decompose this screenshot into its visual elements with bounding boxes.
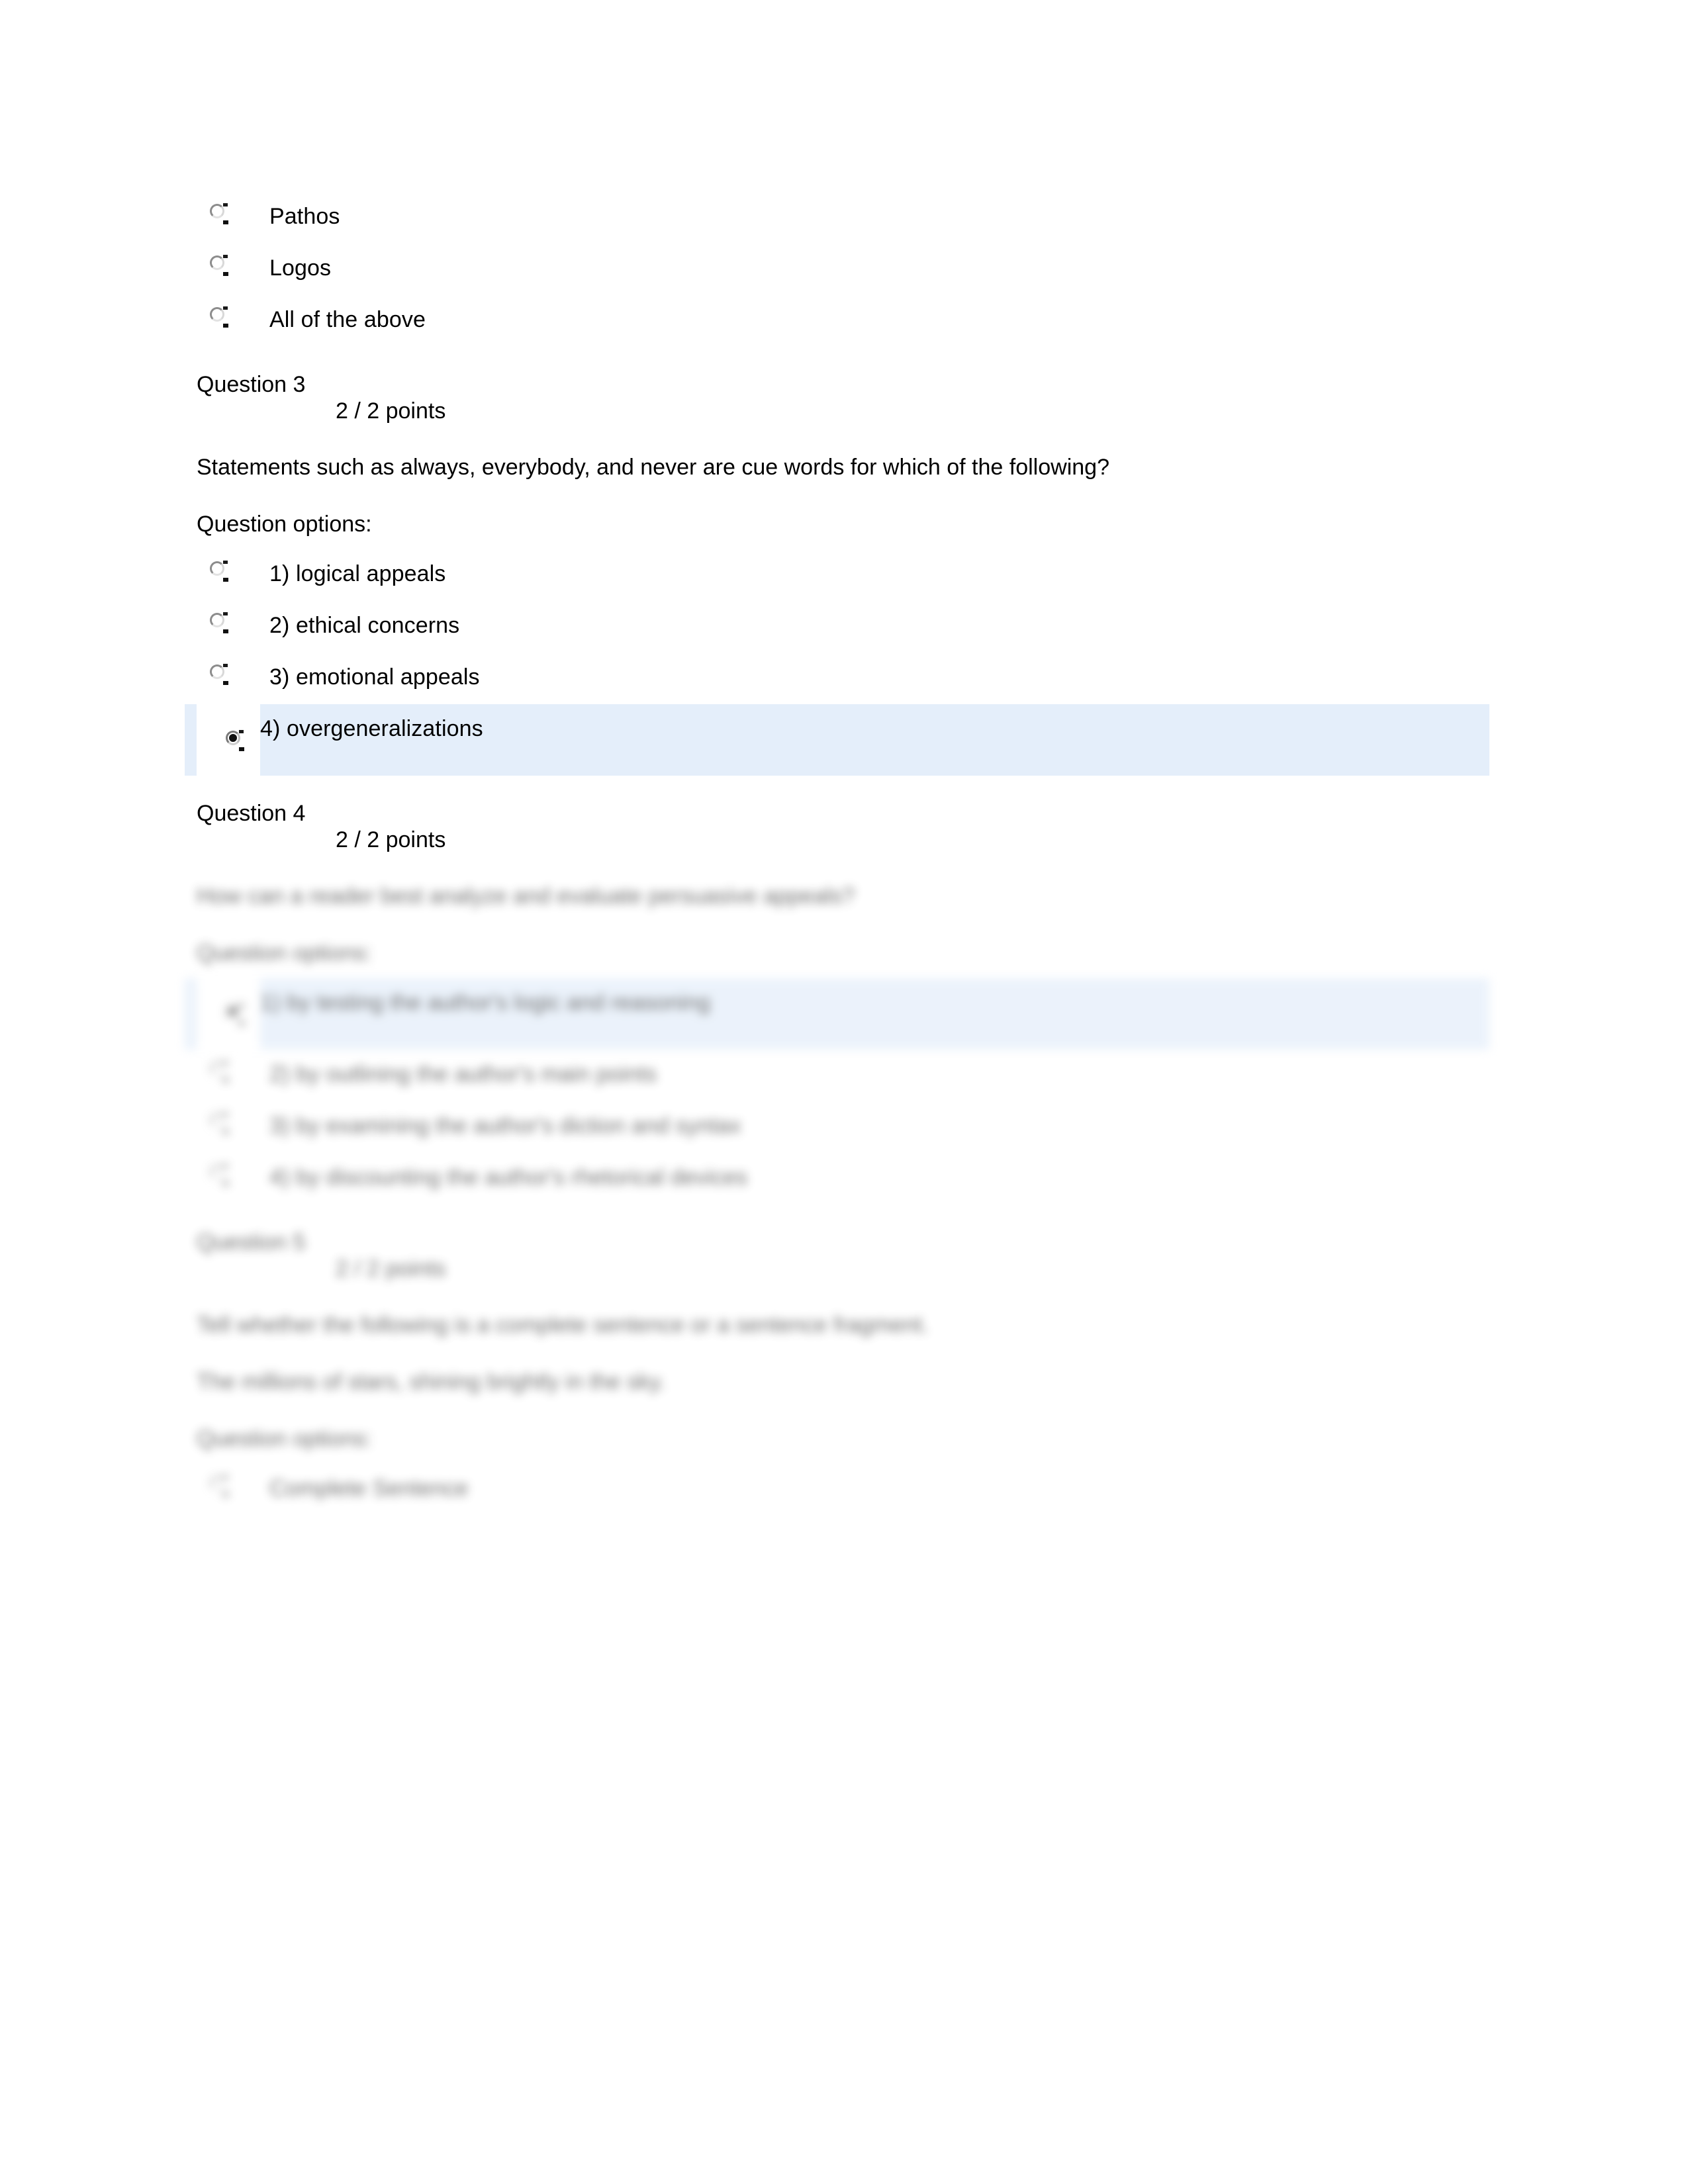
question-points: 2 / 2 points <box>336 398 446 424</box>
radio-cell[interactable] <box>197 1162 269 1185</box>
radio-unchecked-icon[interactable] <box>210 203 228 224</box>
question-header: Question 3 2 / 2 points <box>197 369 1494 426</box>
option-row-selected[interactable]: 4) overgeneralizations <box>185 704 1489 776</box>
option-label: 4) overgeneralizations <box>260 716 483 741</box>
option-row[interactable]: 3) emotional appeals <box>197 653 1494 704</box>
option-row[interactable]: Complete Sentence <box>197 1464 1494 1516</box>
radio-cell[interactable] <box>197 1111 269 1134</box>
radio-unchecked-icon[interactable] <box>210 1061 228 1082</box>
radio-unchecked-icon[interactable] <box>210 664 228 685</box>
question-text: How can a reader best analyze and evalua… <box>197 884 855 909</box>
option-row[interactable]: Logos <box>197 244 1494 295</box>
question-subtext: The millions of stars, shining brightly … <box>197 1369 665 1394</box>
blurred-region-question-4: How can a reader best analyze and evalua… <box>185 880 1494 1205</box>
radio-cell[interactable] <box>197 559 269 582</box>
question-options-label: Question options: <box>197 940 372 966</box>
option-row[interactable]: 1) logical appeals <box>197 549 1494 601</box>
radio-unchecked-icon[interactable] <box>210 1164 228 1185</box>
option-label: 2) by outlining the author's main points <box>269 1062 657 1087</box>
radio-cell[interactable] <box>197 253 269 276</box>
option-row[interactable]: 2) ethical concerns <box>197 601 1494 653</box>
radio-cell[interactable] <box>197 978 260 1050</box>
radio-unchecked-icon[interactable] <box>210 561 228 582</box>
question-points: 2 / 2 points <box>336 827 446 852</box>
option-row[interactable]: 4) by discounting the author's rhetorica… <box>197 1153 1494 1205</box>
radio-unchecked-icon[interactable] <box>210 306 228 328</box>
option-label: 2) ethical concerns <box>269 613 460 638</box>
quiz-content: Pathos Logos All of the above Question 3… <box>185 192 1494 1516</box>
question-block-3: Question 3 2 / 2 points Statements such … <box>185 369 1494 776</box>
option-row[interactable]: All of the above <box>197 295 1494 347</box>
radio-cell[interactable] <box>197 704 260 776</box>
question-number: Question 4 <box>197 801 306 826</box>
option-label: 3) emotional appeals <box>269 664 480 690</box>
radio-unchecked-icon[interactable] <box>210 612 228 633</box>
option-row[interactable]: 3) by examining the author's diction and… <box>197 1101 1494 1153</box>
radio-unchecked-icon[interactable] <box>210 1475 228 1496</box>
option-label: 3) by examining the author's diction and… <box>269 1113 741 1138</box>
option-label: Logos <box>269 255 332 281</box>
option-row[interactable]: Pathos <box>197 192 1494 244</box>
question-options-label: Question options: <box>197 512 372 537</box>
question-options-label: Question options: <box>197 1426 372 1451</box>
option-label: Complete Sentence <box>269 1476 469 1501</box>
question-number: Question 5 <box>197 1230 306 1255</box>
radio-cell[interactable] <box>197 1473 269 1496</box>
radio-cell[interactable] <box>197 662 269 685</box>
radio-cell[interactable] <box>197 304 269 328</box>
radio-cell[interactable] <box>197 610 269 633</box>
option-row[interactable]: 2) by outlining the author's main points <box>197 1050 1494 1101</box>
question-points: 2 / 2 points <box>336 1256 446 1281</box>
question-block-4: Question 4 2 / 2 points How can a reader… <box>185 798 1494 1205</box>
option-label: 4) by discounting the author's rhetorica… <box>269 1165 748 1190</box>
radio-cell[interactable] <box>197 201 269 224</box>
radio-unchecked-icon[interactable] <box>210 255 228 276</box>
previous-question-options: Pathos Logos All of the above <box>197 192 1494 347</box>
blurred-region-question-5: Question 5 2 / 2 points Tell whether the… <box>197 1227 1494 1516</box>
option-row-selected[interactable]: 1) by testing the author's logic and rea… <box>185 978 1489 1050</box>
radio-cell[interactable] <box>197 1059 269 1082</box>
question-text: Tell whether the following is a complete… <box>197 1312 929 1338</box>
document-page: Pathos Logos All of the above Question 3… <box>0 0 1688 2184</box>
question-header: Question 5 2 / 2 points <box>197 1227 1494 1284</box>
option-label: 1) logical appeals <box>269 561 446 586</box>
question-header: Question 4 2 / 2 points <box>197 798 1494 855</box>
option-label: Pathos <box>269 204 340 229</box>
option-label: 1) by testing the author's logic and rea… <box>260 990 711 1015</box>
option-label: All of the above <box>269 307 426 332</box>
question-text: Statements such as always, everybody, an… <box>197 455 1109 480</box>
radio-checked-icon[interactable] <box>226 730 244 751</box>
radio-checked-icon[interactable] <box>226 1004 244 1025</box>
question-number: Question 3 <box>197 372 306 397</box>
radio-unchecked-icon[interactable] <box>210 1113 228 1134</box>
